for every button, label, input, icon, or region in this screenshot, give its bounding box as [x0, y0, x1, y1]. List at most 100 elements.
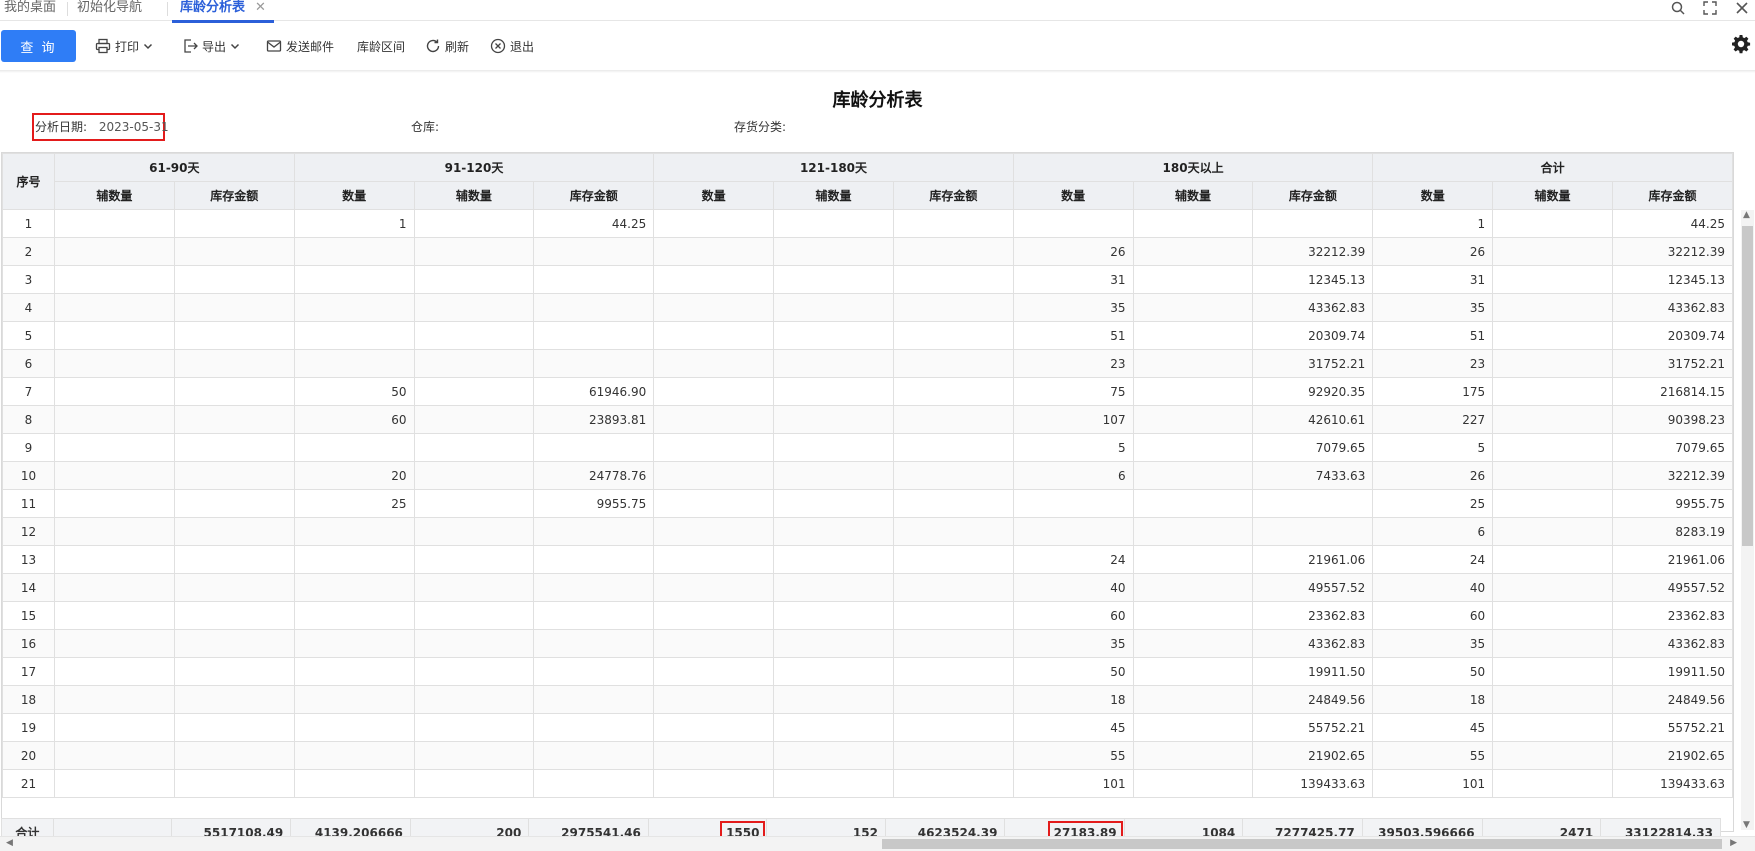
query-button[interactable]: 查 询	[1, 30, 76, 62]
export-button[interactable]: 导出	[182, 37, 240, 55]
table-row[interactable]: 4 35 43362.83 35 43362.83	[2, 293, 1733, 322]
scroll-down-arrow-icon[interactable]: ▼	[1743, 820, 1750, 830]
table-cell	[1132, 517, 1254, 546]
table-row[interactable]: 20 55 21902.65 55 21902.65	[2, 741, 1733, 770]
tab-my-desktop[interactable]: 我的桌面	[4, 0, 56, 20]
table-cell	[892, 349, 1014, 378]
toolbar-divider	[0, 70, 1755, 73]
table-row[interactable]: 17 50 19911.50 50 19911.50	[2, 657, 1733, 686]
table-row[interactable]: 14 40 49557.52 40 49557.52	[2, 573, 1733, 602]
table-row[interactable]: 9 5 7079.65 5 7079.65	[2, 433, 1733, 462]
send-email-label: 发送邮件	[286, 39, 335, 54]
horizontal-scrollbar[interactable]: ◀ ▶	[0, 836, 1755, 851]
table-cell	[533, 573, 655, 602]
table-cell	[533, 237, 655, 266]
table-row[interactable]: 3 31 12345.13 31 12345.13	[2, 265, 1733, 294]
table-cell	[1492, 321, 1613, 350]
table-cell	[1492, 517, 1613, 546]
table-cell: 31	[1372, 265, 1494, 294]
scrollbar-thumb[interactable]	[882, 839, 1722, 849]
table-row[interactable]: 21 101 139433.63 101 139433.63	[2, 769, 1733, 798]
tab-close-icon[interactable]: ✕	[255, 0, 266, 15]
warehouse-filter[interactable]: 仓库:	[411, 118, 439, 135]
table-row[interactable]: 16 35 43362.83 35 43362.83	[2, 629, 1733, 658]
print-button[interactable]: 打印	[95, 37, 153, 55]
table-row[interactable]: 13 24 21961.06 24 21961.06	[2, 545, 1733, 574]
table-cell	[653, 293, 775, 322]
table-cell	[413, 405, 535, 434]
scroll-right-arrow-icon[interactable]: ▶	[1730, 838, 1737, 848]
table-cell	[53, 657, 175, 686]
table-cell: 35	[1012, 629, 1134, 658]
refresh-button[interactable]: 刷新	[425, 37, 469, 55]
table-cell	[413, 601, 535, 630]
exit-button[interactable]: 退出	[490, 37, 534, 55]
fullscreen-icon[interactable]	[1701, 0, 1719, 17]
table-cell	[413, 517, 535, 546]
table-row[interactable]: 2 26 32212.39 26 32212.39	[2, 237, 1733, 266]
table-cell: 5	[1372, 433, 1494, 462]
table-row[interactable]: 11 25 9955.75 25 9955.75	[2, 489, 1733, 518]
table-cell: 6	[1012, 461, 1134, 490]
row-seq: 10	[2, 461, 55, 490]
table-cell: 55	[1012, 741, 1134, 770]
close-icon[interactable]	[1733, 0, 1751, 17]
tab-aging-report[interactable]: 库龄分析表 ✕	[172, 0, 274, 23]
table-row[interactable]: 1 1 44.25 1 44.25	[2, 209, 1733, 238]
table-cell	[293, 433, 415, 462]
table-cell	[533, 517, 655, 546]
header-group-total: 合计	[1372, 153, 1733, 182]
send-email-button[interactable]: 发送邮件	[266, 37, 334, 55]
header-group-121-180: 121-180天	[653, 153, 1014, 182]
table-cell: 6	[1372, 517, 1494, 546]
table-cell	[53, 293, 175, 322]
table-cell: 5	[1012, 433, 1134, 462]
search-icon[interactable]	[1669, 0, 1687, 17]
header-group-61-90: 61-90天	[53, 153, 295, 182]
tab-init-nav[interactable]: 初始化导航	[77, 0, 142, 20]
table-cell	[653, 545, 775, 574]
table-cell	[173, 601, 295, 630]
table-cell	[53, 573, 175, 602]
row-seq: 11	[2, 489, 55, 518]
row-seq: 12	[2, 517, 55, 546]
row-seq: 1	[2, 209, 55, 238]
table-cell	[413, 713, 535, 742]
table-cell	[173, 321, 295, 350]
table-cell	[293, 769, 415, 798]
analysis-date-filter[interactable]: 分析日期: 2023-05-31	[35, 118, 169, 135]
table-row[interactable]: 15 60 23362.83 60 23362.83	[2, 601, 1733, 630]
gear-icon[interactable]	[1731, 34, 1751, 58]
table-row[interactable]: 10 20 24778.76 6 7433.63 26 32212.39	[2, 461, 1733, 490]
table-cell	[413, 573, 535, 602]
table-cell: 61946.90	[533, 377, 655, 406]
table-cell	[533, 629, 655, 658]
table-cell	[173, 265, 295, 294]
table-row[interactable]: 6 23 31752.21 23 31752.21	[2, 349, 1733, 378]
vertical-scrollbar[interactable]: ▲ ▼	[1741, 210, 1754, 830]
table-cell	[1492, 349, 1613, 378]
table-cell: 55752.21	[1252, 713, 1374, 742]
table-row[interactable]: 19 45 55752.21 45 55752.21	[2, 713, 1733, 742]
scroll-left-arrow-icon[interactable]: ◀	[6, 838, 13, 848]
table-cell	[293, 237, 415, 266]
table-row[interactable]: 18 18 24849.56 18 24849.56	[2, 685, 1733, 714]
table-cell	[1132, 433, 1254, 462]
aging-range-button[interactable]: 库龄区间	[357, 37, 405, 55]
table-row[interactable]: 12 6 8283.19	[2, 517, 1733, 546]
row-seq: 9	[2, 433, 55, 462]
table-row[interactable]: 8 60 23893.81 107 42610.61 227 90398.23	[2, 405, 1733, 434]
category-filter[interactable]: 存货分类:	[734, 118, 786, 135]
tab-divider	[67, 2, 68, 16]
table-row[interactable]: 7 50 61946.90 75 92920.35 175 216814.15	[2, 377, 1733, 406]
table-cell	[1132, 713, 1254, 742]
table-row[interactable]: 5 51 20309.74 51 20309.74	[2, 321, 1733, 350]
table-cell	[892, 769, 1014, 798]
table-cell	[413, 237, 535, 266]
table-cell	[293, 265, 415, 294]
row-seq: 5	[2, 321, 55, 350]
table-cell: 26	[1012, 237, 1134, 266]
scroll-up-arrow-icon[interactable]: ▲	[1743, 210, 1750, 220]
scrollbar-thumb[interactable]	[1742, 226, 1753, 546]
header-amount: 库存金额	[1611, 181, 1733, 210]
